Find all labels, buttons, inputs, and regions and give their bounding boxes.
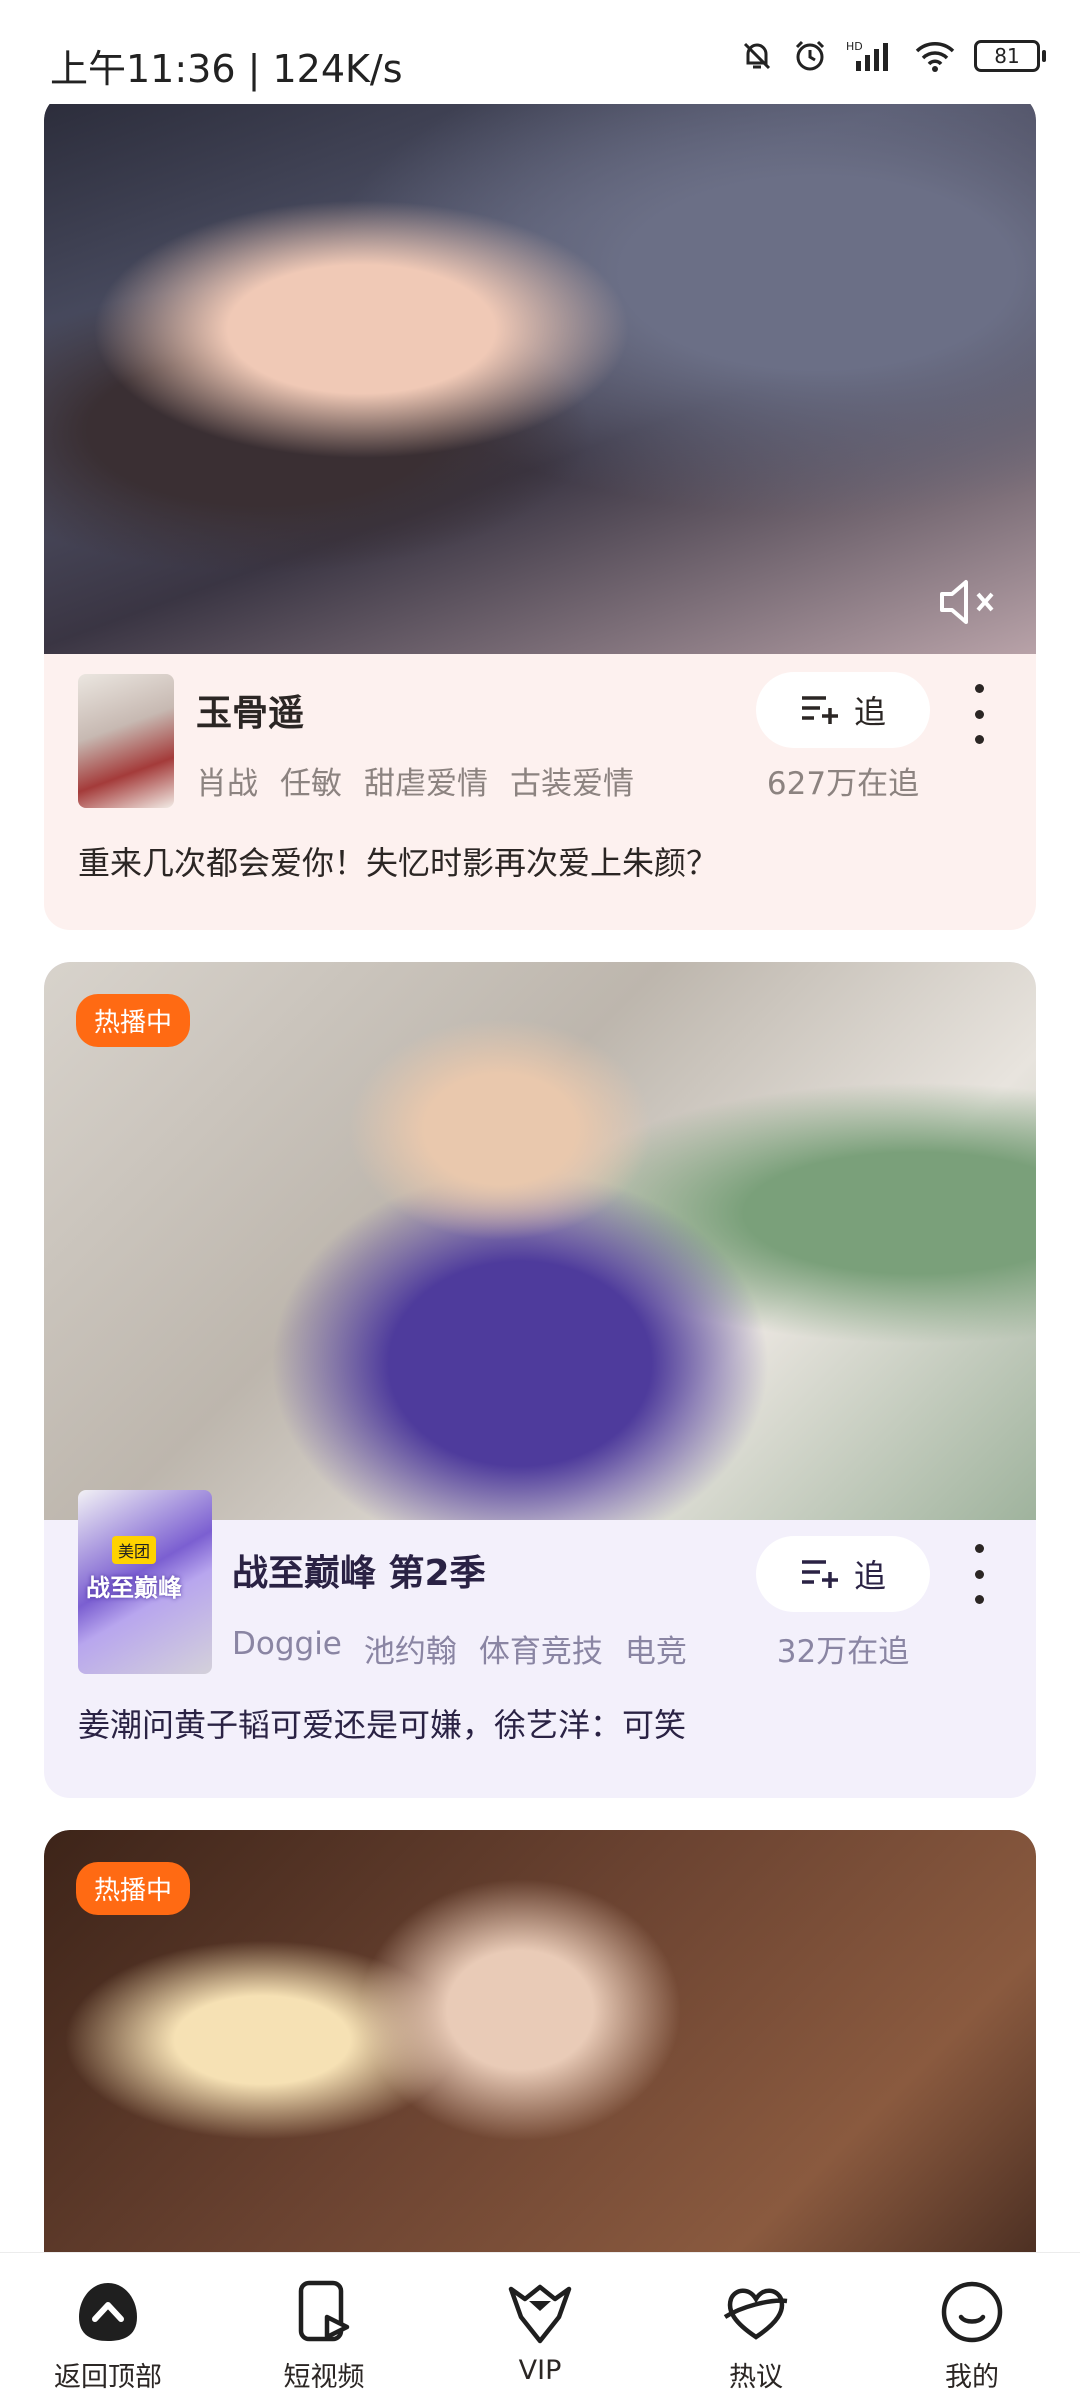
video-player[interactable] <box>44 94 1036 654</box>
video-card-2[interactable]: 热播中 美团 战至巅峰 战至巅峰 第2季 Doggie 池约翰 体育竞技 电竞 … <box>44 962 1036 1798</box>
dot <box>974 684 984 693</box>
hot-badge: 热播中 <box>76 994 191 1047</box>
dot <box>974 735 984 744</box>
tag[interactable]: 古装爱情 <box>510 758 634 803</box>
wifi-icon <box>915 42 955 72</box>
follow-count: 627万在追 <box>766 766 920 802</box>
svg-text:HD: HD <box>846 40 863 53</box>
nav-back-to-top[interactable]: 返回顶部 <box>13 2253 203 2400</box>
nav-hot-discussion[interactable]: 热议 <box>661 2253 851 2400</box>
status-icons: HD 81 <box>740 38 1046 74</box>
poster-title: 战至巅峰 <box>86 1574 182 1602</box>
status-bar: 上午11:36 | 124K/s HD 81 <box>0 0 1080 104</box>
follow-label: 追 <box>853 693 886 731</box>
bell-muted-icon <box>743 42 771 70</box>
video-description[interactable]: 重来几次都会爱你！失忆时影再次爱上朱颜？ <box>78 838 718 884</box>
poster-thumbnail[interactable] <box>78 674 174 808</box>
dot <box>974 1544 984 1553</box>
nav-profile[interactable]: 我的 <box>877 2253 1067 2400</box>
hot-badge: 热播中 <box>76 1862 191 1915</box>
hot-discussion-icon <box>723 2288 788 2340</box>
tag[interactable]: 电竞 <box>625 1626 687 1671</box>
hd-signal-icon: HD <box>846 40 888 71</box>
tag-list: 肖战 任敏 甜虐爱情 古装爱情 <box>196 758 634 803</box>
tag[interactable]: Doggie <box>232 1626 342 1671</box>
follow-count: 32万在追 <box>776 1634 910 1670</box>
video-card-1[interactable]: 玉骨遥 肖战 任敏 甜虐爱情 古装爱情 追 627万在追 重来几次都会爱你！失忆… <box>44 94 1036 930</box>
nav-label: 我的 <box>945 2362 999 2393</box>
nav-short-video[interactable]: 短视频 <box>229 2253 419 2400</box>
status-time: 上午11:36 | 124K/s <box>50 47 403 91</box>
poster-thumbnail[interactable]: 美团 战至巅峰 <box>78 1490 212 1674</box>
dot <box>974 1595 984 1604</box>
follow-label: 追 <box>853 1557 886 1595</box>
tag[interactable]: 体育竞技 <box>479 1626 603 1671</box>
bottom-navigation: 返回顶部 短视频 VIP 热议 我的 <box>0 2252 1080 2400</box>
video-player[interactable]: 热播中 <box>44 1830 1036 2310</box>
poster-sponsor-tag: 美团 <box>112 1536 157 1564</box>
mute-icon[interactable] <box>936 572 1006 632</box>
nav-label: 热议 <box>729 2362 783 2393</box>
nav-vip[interactable]: VIP <box>445 2253 635 2400</box>
video-card-3[interactable]: 热播中 <box>44 1830 1036 2310</box>
video-title[interactable]: 玉骨遥 <box>196 684 304 736</box>
vip-crown-icon <box>508 2284 572 2344</box>
add-to-list-icon <box>801 1560 838 1588</box>
more-options-icon[interactable] <box>966 1544 992 1604</box>
follow-button[interactable]: 追 <box>756 672 930 748</box>
back-to-top-icon <box>79 2283 137 2341</box>
nav-label: VIP <box>518 2355 562 2386</box>
dot <box>974 709 984 719</box>
tag[interactable]: 肖战 <box>196 758 258 803</box>
tag[interactable]: 池约翰 <box>364 1626 457 1671</box>
follow-button[interactable]: 追 <box>756 1536 930 1612</box>
tag-list: Doggie 池约翰 体育竞技 电竞 <box>232 1626 687 1671</box>
tag[interactable]: 甜虐爱情 <box>364 758 488 803</box>
profile-smile-icon <box>941 2281 1003 2343</box>
nav-label: 短视频 <box>283 2362 365 2393</box>
nav-label: 返回顶部 <box>54 2362 162 2393</box>
battery-icon: 81 <box>974 40 1046 72</box>
more-options-icon[interactable] <box>966 684 992 744</box>
page: 上午11:36 | 124K/s HD 81 玉骨遥 肖战 任敏 甜虐爱情 古装… <box>0 0 1080 2400</box>
add-to-list-icon <box>801 696 838 724</box>
short-video-icon <box>298 2280 350 2342</box>
dot <box>974 1569 984 1579</box>
alarm-icon <box>795 40 825 71</box>
video-title[interactable]: 战至巅峰 第2季 <box>232 1544 486 1596</box>
video-description[interactable]: 姜潮问黄子韬可爱还是可嫌，徐艺洋：可笑 <box>78 1700 686 1746</box>
tag[interactable]: 任敏 <box>280 758 342 803</box>
video-player[interactable]: 热播中 <box>44 962 1036 1520</box>
